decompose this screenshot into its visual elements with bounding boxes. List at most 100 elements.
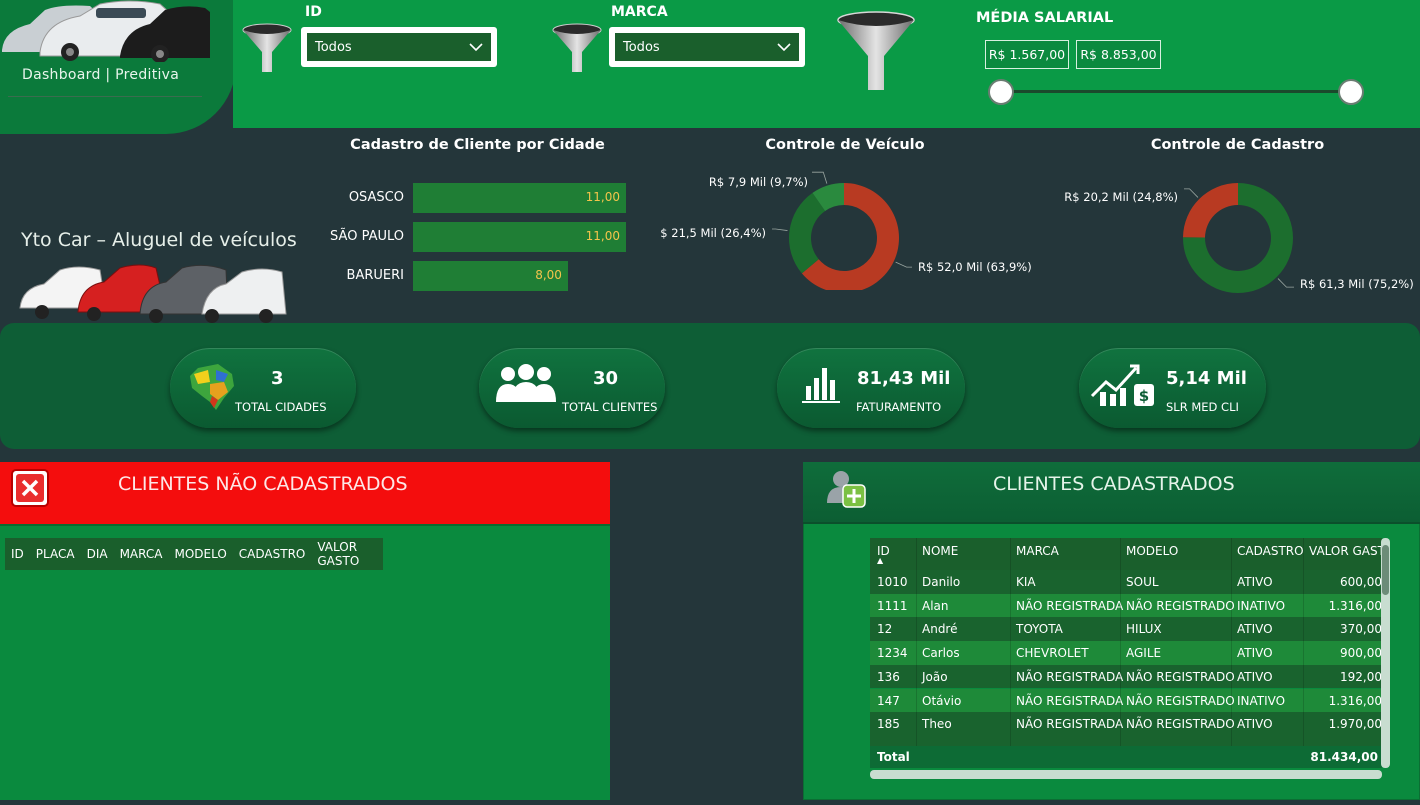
table-cell: NÃO REGISTRADO [1126,693,1235,708]
table-cell: 1010 [877,575,908,589]
table-cell: 185 [877,717,900,732]
chevron-down-icon [469,42,483,51]
id-filter-value: Todos [315,39,352,55]
salary-min-box[interactable]: R$ 1.567,00 [985,40,1069,69]
column-header[interactable]: NOME [922,544,958,558]
id-filter-dropdown[interactable]: Todos [301,27,497,67]
column-divider [1120,538,1121,768]
bar-value-label: 8,00 [535,268,562,282]
column-header[interactable]: MODELO [1126,544,1178,558]
table-cell: TOYOTA [1016,622,1063,637]
kpi-revenue-value: 81,43 Mil [857,368,951,389]
table-cell: Otávio [922,693,962,708]
cadastro-donut-chart: R$ 61,3 Mil (75,2%) R$ 20,2 Mil (24,8%) [1064,183,1414,293]
column-header[interactable]: PLACA [30,547,75,561]
bar-value-label: 11,00 [585,229,620,243]
table-cell: HILUX [1126,622,1162,637]
bar-category-label: SÃO PAULO [330,229,404,244]
id-filter-label: ID [305,4,322,20]
marca-filter-dropdown[interactable]: Todos [609,27,805,67]
funnel-icon-large [837,11,915,90]
table-header-row: IDNOMEMARCAMODELOCADASTROVALOR GASTO▲ [870,538,1382,570]
column-divider [1303,538,1304,768]
registered-table: IDNOMEMARCAMODELOCADASTROVALOR GASTO▲101… [870,538,1382,768]
sort-ascending-icon[interactable]: ▲ [877,556,883,565]
column-header[interactable]: DIA [81,547,108,561]
column-header[interactable]: MARCA [1016,544,1059,558]
not-registered-table-header: ID PLACA DIA MARCA MODELO CADASTRO VALOR… [5,538,383,570]
kpi-clients-label: TOTAL CLIENTES [562,400,658,414]
table-row[interactable]: 1111 Alan NÃO REGISTRADA NÃO REGISTRADO INAT… [870,593,1382,618]
city-chart-title: Cadastro de Cliente por Cidade [350,137,605,153]
company-tagline: Yto Car – Aluguel de veículos [21,229,297,251]
table-cell: ATIVO [1237,575,1273,589]
table-row[interactable]: 185 Theo NÃO REGISTRADA NÃO REGISTRADO ATIVO… [870,712,1382,736]
leader-line [1277,278,1294,288]
table-cell: Carlos [922,646,960,661]
table-row[interactable]: 136 João NÃO REGISTRADA NÃO REGISTRADO ATIVO… [870,664,1382,689]
column-header[interactable]: MODELO [168,547,226,561]
table-cell: 136 [877,669,900,684]
people-icon [496,364,556,402]
salary-filter-label: MÉDIA SALARIAL [976,10,1114,26]
column-header[interactable]: VALOR GASTO [311,540,377,568]
column-header[interactable]: VALOR GASTO [1309,544,1382,558]
bar-category-label: OSASCO [348,190,404,205]
table-cell: SOUL [1126,575,1159,589]
salary-max-box[interactable]: R$ 8.853,00 [1076,40,1161,69]
table-horizontal-scrollbar[interactable] [870,770,1382,779]
table-row[interactable]: 1010 Danilo KIA SOUL ATIVO 600,00 [870,570,1382,594]
bar-category-label: BARUERI [346,268,404,283]
column-header[interactable]: MARCA [114,547,163,561]
table-cell: 1234 [877,646,908,661]
column-header[interactable]: CADASTRO [1237,544,1304,558]
salary-slider-min-handle[interactable] [988,79,1014,105]
funnel-icon [552,23,602,72]
not-registered-title: CLIENTES NÃO CADASTRADOS [118,473,408,495]
funnel-icon [242,23,292,72]
table-cell: NÃO REGISTRADO [1126,598,1235,613]
column-divider [1231,538,1232,768]
table-cell: NÃO REGISTRADO [1126,717,1235,732]
cadastro-chart-title: Controle de Cadastro [1150,137,1325,153]
table-row[interactable]: 147 Otávio NÃO REGISTRADA NÃO REGISTRADO INA… [870,688,1382,713]
table-cell: 12 [877,622,893,637]
table-cell: AGILE [1126,646,1162,661]
donut-data-label: R$ 20,2 Mil (24,8%) [1064,190,1178,204]
donut-data-label: R$ 21,5 Mil (26,4%) [660,226,766,240]
add-user-icon [827,471,866,508]
table-cell: André [922,622,958,637]
dashboard-nav-label[interactable]: Dashboard | Preditiva [22,67,179,83]
total-value: 81.434,00 [1310,750,1378,764]
table-cell: ATIVO [1237,646,1273,661]
table-cell: INATIVO [1237,693,1286,708]
table-cell: KIA [1016,575,1036,589]
table-scroll-thumb[interactable] [1382,545,1389,595]
marca-filter-label: MARCA [611,4,668,20]
marca-filter-value: Todos [623,39,660,55]
column-header[interactable]: ID [5,547,24,561]
kpi-clients-value: 30 [593,368,619,389]
bar-chart-icon [802,368,840,403]
leader-line [772,228,788,231]
registered-total-row: Total 81.434,00 [870,746,1382,768]
table-row[interactable]: 12 André TOYOTA HILUX ATIVO 370,00 [870,617,1382,642]
total-label: Total [877,750,910,764]
table-cell: 1111 [877,598,908,613]
table-cell: 147 [877,693,900,708]
logo-panel: Dashboard | Preditiva [0,0,236,134]
column-divider [1010,538,1011,768]
table-cell: NÃO REGISTRADA [1016,598,1124,613]
table-cell: NÃO REGISTRADA [1016,693,1124,708]
table-cell: NÃO REGISTRADO [1126,669,1235,684]
table-cell: NÃO REGISTRADA [1016,717,1124,732]
table-cell: Danilo [922,575,961,589]
salary-slider-max-handle[interactable] [1338,79,1364,105]
leader-line [812,171,828,184]
table-cell: 1.316,00 [1328,693,1382,708]
table-cell: Theo [922,717,952,732]
salary-slider-track[interactable] [1001,90,1351,93]
table-row[interactable]: 1234 Carlos CHEVROLET AGILE ATIVO 900,00 [870,641,1382,665]
table-cell: 1.316,00 [1328,598,1382,613]
column-header[interactable]: CADASTRO [233,547,306,561]
